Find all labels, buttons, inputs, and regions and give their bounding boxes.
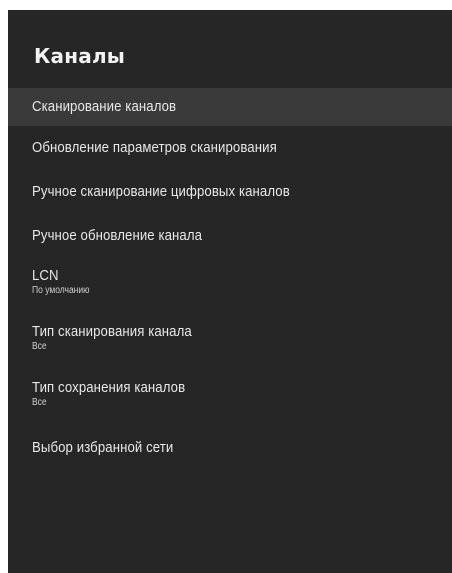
menu-item-channel-scan[interactable]: Сканирование каналов (8, 88, 452, 126)
menu-item-channel-scan-type[interactable]: Тип сканирования канала Все (8, 318, 452, 366)
menu-item-favourite-network[interactable]: Выбор избранной сети (8, 432, 452, 470)
menu-item-label: Ручное обновление канала (32, 227, 203, 244)
menu-item-channel-store-type[interactable]: Тип сохранения каналов Все (8, 374, 452, 422)
menu-item-manual-channel-update[interactable]: Ручное обновление канала (8, 220, 452, 258)
page-title: Каналы (34, 44, 126, 68)
menu-item-value: Все (32, 397, 47, 408)
menu-item-label: Ручное сканирование цифровых каналов (32, 183, 290, 200)
menu-item-label: Выбор избранной сети (32, 439, 174, 456)
menu-item-value: По умолчанию (32, 285, 90, 296)
menu-item-label: Тип сканирования канала (32, 323, 192, 340)
menu-item-update-scan[interactable]: Обновление параметров сканирования (8, 132, 452, 170)
menu-item-lcn[interactable]: LCN По умолчанию (8, 262, 452, 310)
menu-item-value: Все (32, 341, 47, 352)
menu-item-label: Тип сохранения каналов (32, 379, 186, 396)
channels-settings-panel: Каналы Сканирование каналов Обновление п… (8, 10, 452, 573)
menu-item-label: Обновление параметров сканирования (32, 139, 277, 156)
menu-item-label: LCN (32, 267, 59, 284)
menu-item-manual-digital-scan[interactable]: Ручное сканирование цифровых каналов (8, 176, 452, 214)
menu-item-label: Сканирование каналов (32, 98, 177, 115)
